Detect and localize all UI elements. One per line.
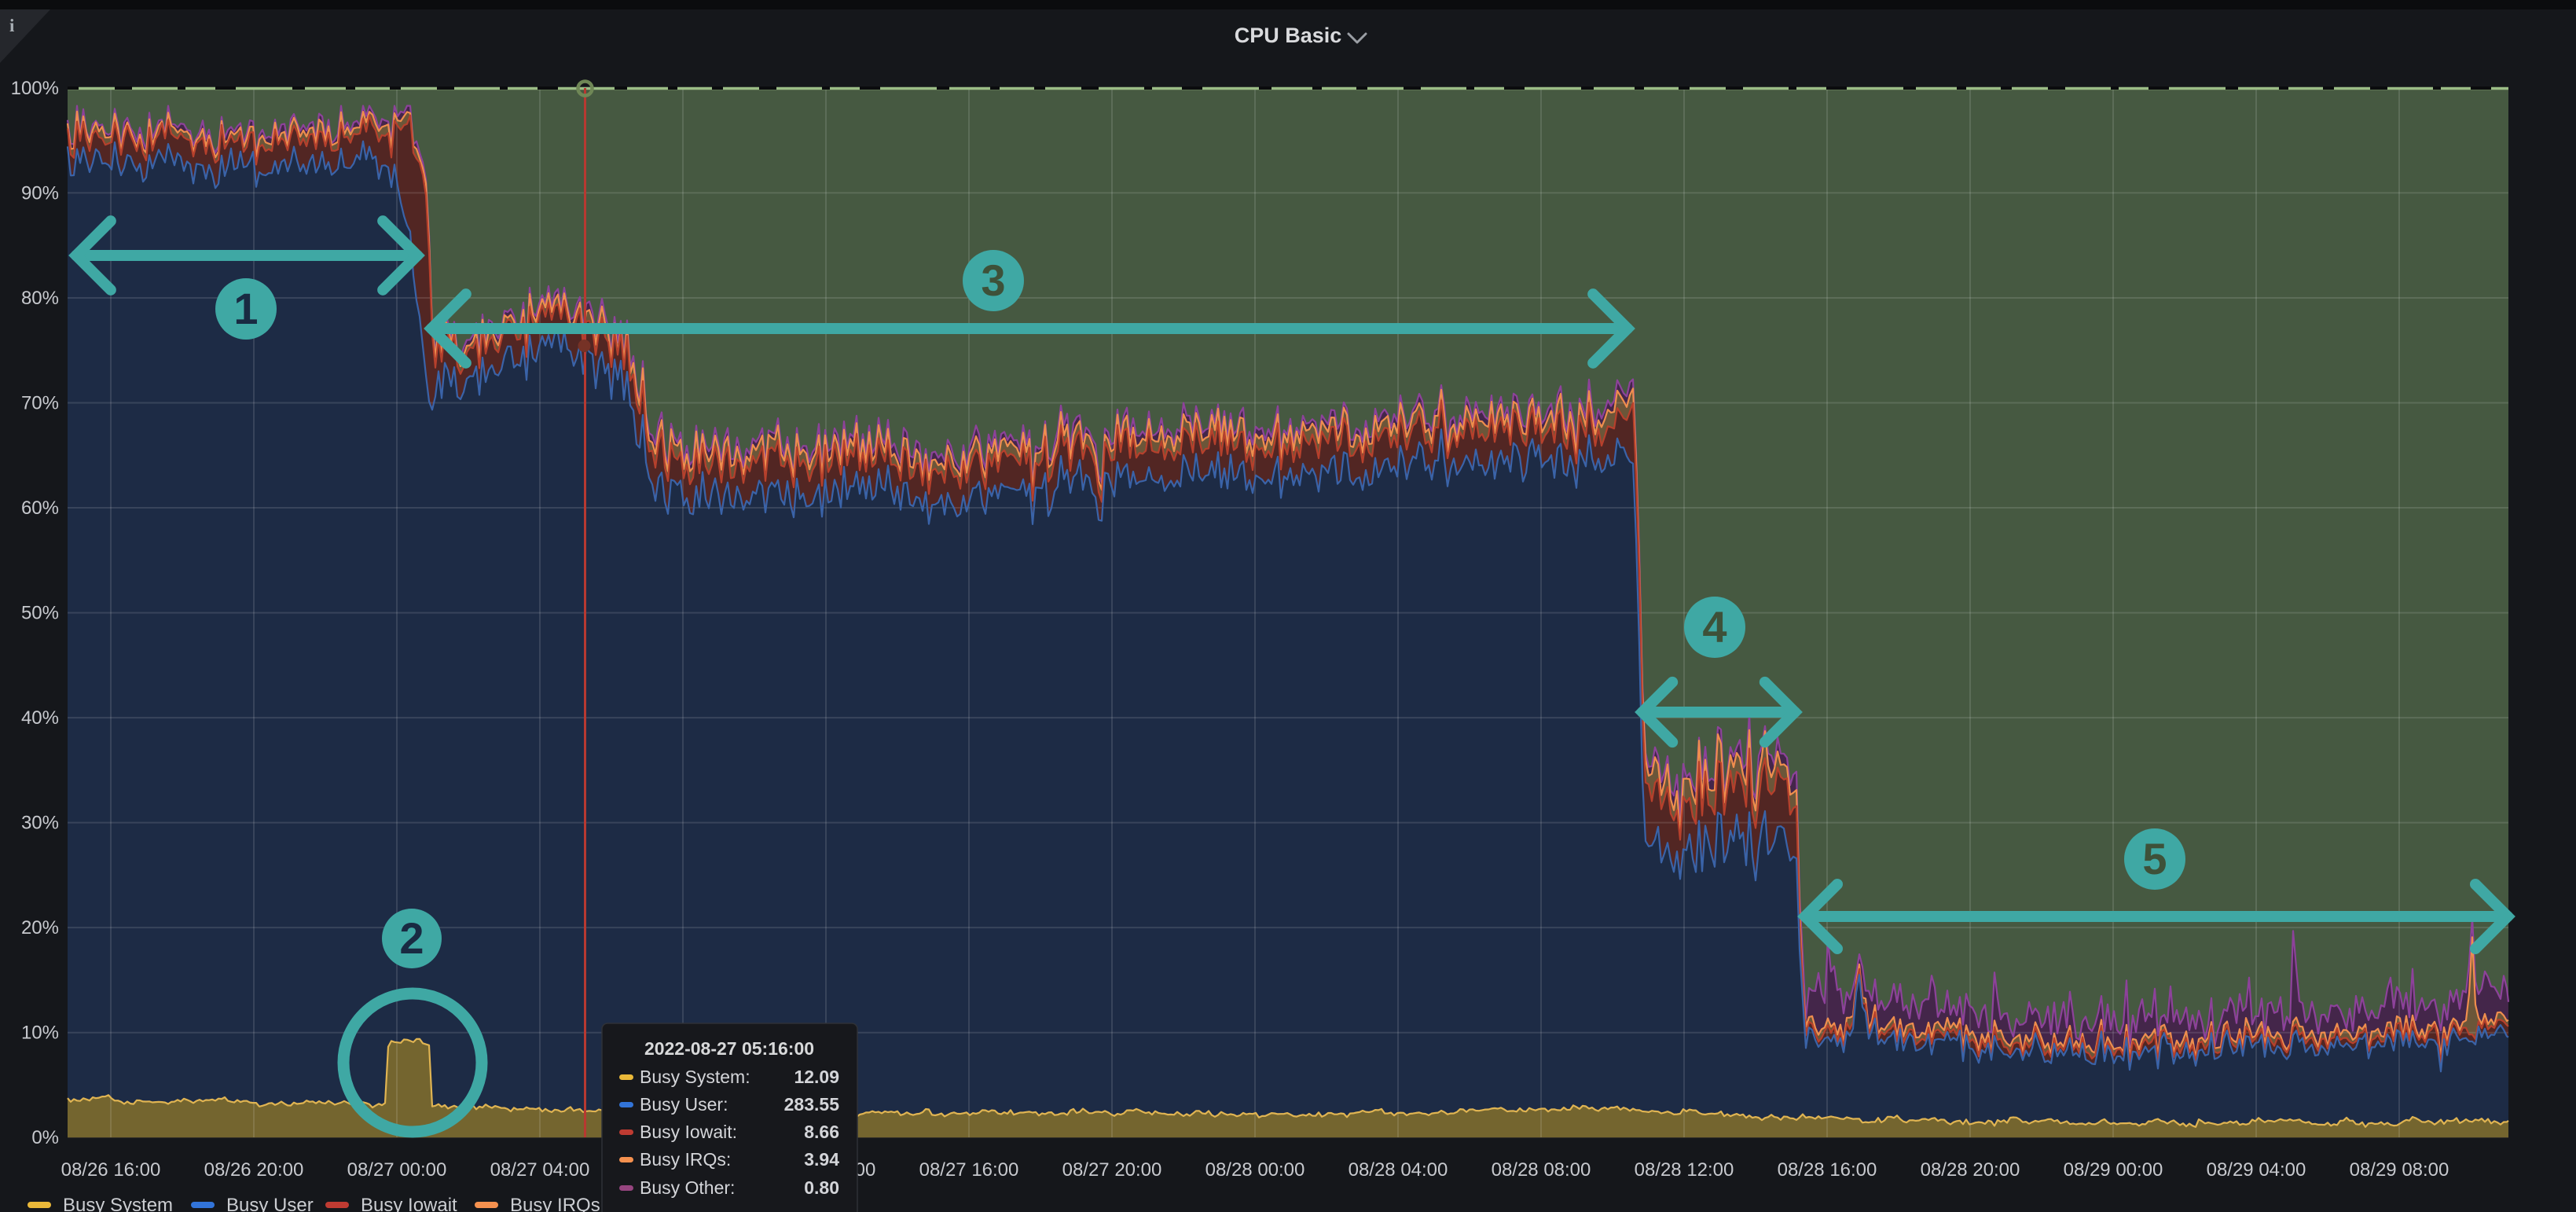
svg-text:Busy Other:: Busy Other: bbox=[640, 1177, 735, 1198]
svg-text:50%: 50% bbox=[21, 603, 59, 624]
svg-text:5: 5 bbox=[2142, 834, 2167, 883]
svg-text:30%: 30% bbox=[21, 813, 59, 834]
svg-text:08/27 20:00: 08/27 20:00 bbox=[1062, 1159, 1162, 1181]
svg-text:3.94: 3.94 bbox=[804, 1149, 839, 1170]
svg-text:60%: 60% bbox=[21, 498, 59, 519]
svg-text:12.09: 12.09 bbox=[794, 1067, 839, 1087]
svg-text:08/28 00:00: 08/28 00:00 bbox=[1205, 1159, 1305, 1181]
svg-text:Busy IRQs: Busy IRQs bbox=[510, 1195, 600, 1212]
svg-text:08/29 04:00: 08/29 04:00 bbox=[2207, 1159, 2306, 1181]
svg-text:08/29 08:00: 08/29 08:00 bbox=[2350, 1159, 2449, 1181]
svg-text:08/29 00:00: 08/29 00:00 bbox=[2064, 1159, 2163, 1181]
svg-text:0.80: 0.80 bbox=[804, 1177, 839, 1198]
svg-text:08/28 20:00: 08/28 20:00 bbox=[1921, 1159, 2020, 1181]
svg-text:2022-08-27 05:16:00: 2022-08-27 05:16:00 bbox=[644, 1038, 814, 1059]
svg-text:08/28 08:00: 08/28 08:00 bbox=[1492, 1159, 1591, 1181]
svg-text:20%: 20% bbox=[21, 917, 59, 938]
svg-text:80%: 80% bbox=[21, 288, 59, 309]
svg-text:Busy Iowait:: Busy Iowait: bbox=[640, 1122, 737, 1142]
svg-text:CPU Basic: CPU Basic bbox=[1235, 24, 1342, 47]
svg-text:Busy IRQs:: Busy IRQs: bbox=[640, 1149, 731, 1170]
svg-text:40%: 40% bbox=[21, 707, 59, 729]
svg-text:Busy System:: Busy System: bbox=[640, 1067, 750, 1087]
svg-text:08/26 20:00: 08/26 20:00 bbox=[204, 1159, 304, 1181]
svg-text:100%: 100% bbox=[11, 78, 59, 99]
svg-text:283.55: 283.55 bbox=[784, 1094, 840, 1115]
svg-text:08/27 00:00: 08/27 00:00 bbox=[347, 1159, 447, 1181]
svg-text:Busy System: Busy System bbox=[63, 1195, 173, 1212]
svg-text:Busy User:: Busy User: bbox=[640, 1094, 728, 1115]
svg-text:3: 3 bbox=[981, 255, 1005, 305]
svg-text:4: 4 bbox=[1702, 602, 1727, 652]
svg-text:Busy User: Busy User bbox=[226, 1195, 314, 1212]
svg-text:Busy Iowait: Busy Iowait bbox=[361, 1195, 457, 1212]
svg-text:70%: 70% bbox=[21, 393, 59, 414]
svg-text:0%: 0% bbox=[31, 1127, 59, 1148]
svg-text:08/28 12:00: 08/28 12:00 bbox=[1635, 1159, 1734, 1181]
svg-text:08/28 04:00: 08/28 04:00 bbox=[1349, 1159, 1448, 1181]
svg-text:8.66: 8.66 bbox=[804, 1122, 839, 1142]
svg-text:90%: 90% bbox=[21, 182, 59, 204]
svg-text:i: i bbox=[9, 16, 15, 35]
svg-text:2: 2 bbox=[399, 913, 424, 963]
svg-text:08/26 16:00: 08/26 16:00 bbox=[61, 1159, 161, 1181]
svg-text:08/27 04:00: 08/27 04:00 bbox=[490, 1159, 590, 1181]
svg-text:08/27 16:00: 08/27 16:00 bbox=[919, 1159, 1019, 1181]
svg-text:10%: 10% bbox=[21, 1023, 59, 1044]
svg-text:08/28 16:00: 08/28 16:00 bbox=[1778, 1159, 1877, 1181]
svg-text:1: 1 bbox=[233, 284, 258, 333]
